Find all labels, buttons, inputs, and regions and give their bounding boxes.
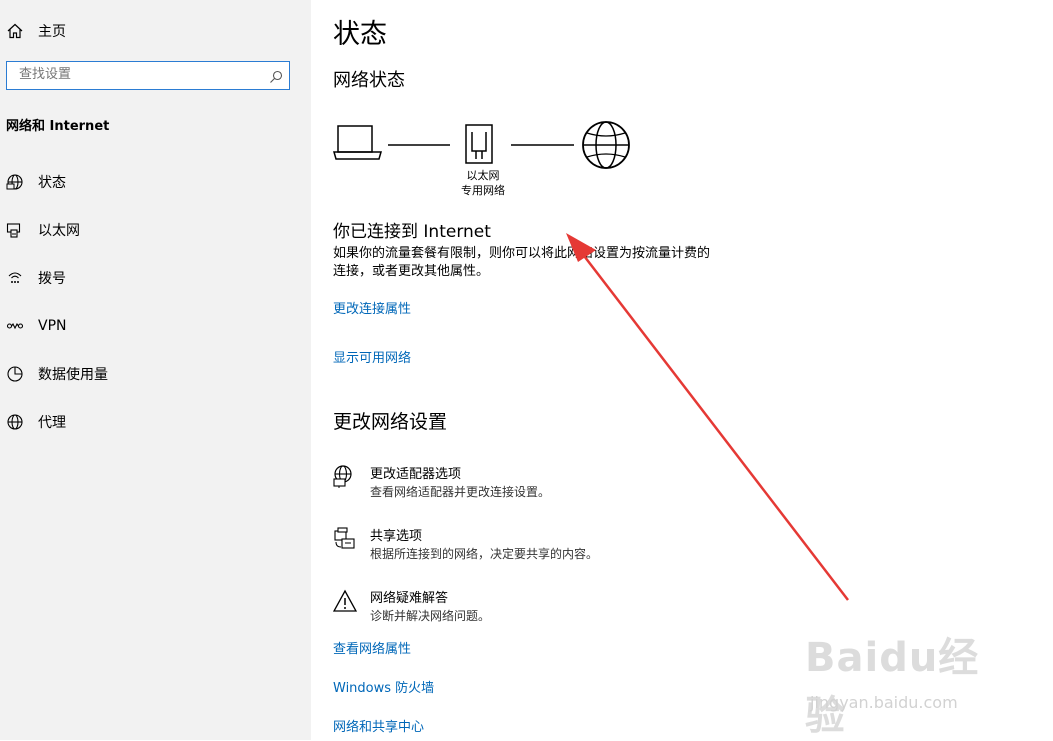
search-box[interactable] (6, 61, 290, 90)
connection-status-text: 你已连接到 Internet (333, 222, 491, 242)
sidebar-item-dialup[interactable]: 拨号 (6, 267, 66, 289)
adapter-name: 以太网 (466, 169, 500, 182)
watermark-site: jingyan.baidu.com (810, 693, 958, 712)
network-profile: 专用网络 (461, 184, 505, 197)
home-label: 主页 (38, 24, 66, 40)
change-connection-properties-link[interactable]: 更改连接属性 (333, 298, 411, 317)
adapter-options-item[interactable]: 更改适配器选项 查看网络适配器并更改连接设置。 (333, 463, 733, 503)
laptop-icon (333, 125, 382, 160)
setting-title: 网络疑难解答 (370, 591, 449, 606)
windows-firewall-link[interactable]: Windows 防火墙 (333, 677, 434, 696)
adapter-icon (333, 465, 357, 489)
setting-description: 查看网络适配器并更改连接设置。 (370, 485, 551, 499)
sidebar-item-label: 状态 (38, 175, 66, 191)
connection-description: 如果你的流量套餐有限制，则你可以将此网络设置为按流量计费的 连接，或者更改其他属… (333, 245, 753, 281)
watermark-logo: Baidu经验 (805, 635, 980, 739)
search-icon[interactable] (269, 69, 283, 83)
data-usage-icon (6, 365, 24, 383)
troubleshoot-item[interactable]: 网络疑难解答 诊断并解决网络问题。 (332, 587, 733, 627)
vpn-icon (6, 317, 24, 335)
search-input[interactable] (17, 66, 261, 83)
globe-icon (6, 173, 24, 191)
dialup-icon (6, 269, 24, 287)
home-icon (6, 22, 24, 40)
sidebar-item-label: 拨号 (38, 271, 66, 287)
sharing-options-item[interactable]: 共享选项 根据所连接到的网络，决定要共享的内容。 (333, 525, 733, 565)
globe-icon (6, 413, 24, 431)
sidebar: 主页 网络和 Internet 状态 以太网 拨号 VPN (0, 0, 311, 740)
home-nav-item[interactable]: 主页 (6, 20, 66, 42)
network-status-heading: 网络状态 (333, 70, 405, 91)
sidebar-item-status[interactable]: 状态 (6, 171, 66, 193)
change-network-settings-heading: 更改网络设置 (333, 411, 448, 433)
setting-title: 更改适配器选项 (370, 467, 462, 482)
network-diagram: 以太网 专用网络 (333, 118, 653, 208)
view-network-properties-link[interactable]: 查看网络属性 (333, 638, 411, 657)
page-title: 状态 (333, 19, 387, 50)
sharing-icon (333, 527, 357, 551)
sidebar-item-label: 代理 (38, 415, 66, 431)
sidebar-item-proxy[interactable]: 代理 (6, 411, 66, 433)
watermark: Baidu经验 jingyan.baidu.com (805, 625, 1005, 739)
sidebar-item-label: 以太网 (38, 223, 80, 239)
ethernet-port-icon (465, 124, 493, 164)
sidebar-item-data-usage[interactable]: 数据使用量 (6, 363, 108, 385)
sidebar-item-label: VPN (38, 318, 67, 334)
sidebar-item-vpn[interactable]: VPN (6, 315, 67, 337)
warning-icon (332, 589, 358, 613)
setting-description: 诊断并解决网络问题。 (370, 609, 491, 623)
setting-title: 共享选项 (370, 529, 423, 544)
adapter-caption: 以太网 专用网络 (453, 168, 513, 198)
description-line: 如果你的流量套餐有限制，则你可以将此网络设置为按流量计费的 (333, 246, 711, 261)
network-sharing-center-link[interactable]: 网络和共享中心 (333, 716, 424, 735)
sidebar-item-label: 数据使用量 (38, 367, 108, 383)
section-title: 网络和 Internet (6, 119, 110, 134)
ethernet-icon (6, 221, 24, 239)
description-line: 连接，或者更改其他属性。 (333, 264, 490, 279)
sidebar-item-ethernet[interactable]: 以太网 (6, 219, 80, 241)
setting-description: 根据所连接到的网络，决定要共享的内容。 (370, 547, 599, 561)
show-available-networks-link[interactable]: 显示可用网络 (333, 347, 411, 366)
internet-globe-icon (582, 121, 630, 169)
